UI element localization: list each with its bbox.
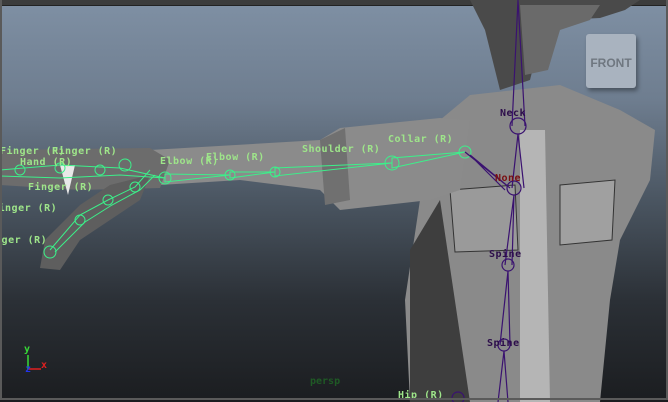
joint-label-spine: Spine [487,338,520,349]
joint-label-collar: Collar (R) [388,134,454,145]
joint-label-elbow: Elbow (R) [206,152,265,163]
view-cube[interactable]: FRONT [586,34,636,88]
joint-label-none: None [495,173,522,184]
axis-x-label: x [41,360,48,371]
joint-label-finger: Finger (R) [0,203,58,214]
joint-label-shoulder: Shoulder (R) [302,144,381,155]
maya-viewport[interactable]: Finger (R) Finger (R) Hand (R) Finger (R… [0,0,668,402]
axis-y-label: y [24,344,31,355]
joint-label-hand: Hand (R) [20,157,73,168]
view-cube-face-label: FRONT [590,56,632,70]
joint-label-finger: Finger (R) [0,235,48,246]
sleeve-cuff [320,128,350,205]
shirt-pocket-left [559,179,616,246]
joint-label-finger: Finger (R) [52,146,118,157]
scene-canvas[interactable] [0,0,668,402]
joint-label-finger: Finger (R) [28,182,94,193]
joint-label-spine: Spine [489,249,522,260]
shirt-placket [520,130,550,402]
joint-label-hip: Hip (R) [398,390,444,401]
camera-name-label: persp [310,376,341,387]
axis-z-label: z [25,364,32,375]
joint-label-neck: Neck [500,108,527,119]
